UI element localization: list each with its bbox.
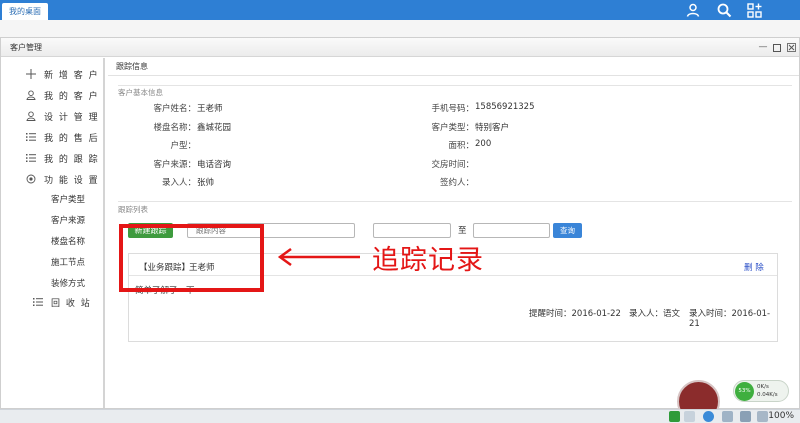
sidebar-item-after-sales[interactable]: 我 的 售 后 xyxy=(1,130,99,144)
field-label-area: 面积： xyxy=(448,141,474,151)
list-icon xyxy=(22,153,40,163)
field-label-layout: 户型： xyxy=(170,141,196,151)
sidebar-item-settings[interactable]: 功 能 设 置 xyxy=(1,172,99,186)
volume-icon[interactable] xyxy=(740,411,751,422)
network-monitor[interactable]: 53% 0K/s 0.04K/s xyxy=(733,380,789,402)
top-bar: 我的桌面 xyxy=(0,0,800,20)
sidebar-item-label: 设 计 管 理 xyxy=(44,112,100,123)
maximize-icon[interactable] xyxy=(771,38,783,57)
window-title-bar: 客户管理 — xyxy=(1,38,799,57)
sidebar-item-design-management[interactable]: 设 计 管 理 xyxy=(1,109,99,123)
field-label-handover-time: 交房时间： xyxy=(431,160,474,170)
basic-info-title: 客户基本信息 xyxy=(118,88,163,97)
tray-icon[interactable] xyxy=(684,411,695,422)
customer-management-window: 客户管理 — 新 增 客 户 我 的 客 户 设 计 管 理 我 的 售 后 我… xyxy=(0,37,800,409)
field-value-name: 王老师 xyxy=(197,104,223,114)
field-label-property: 楼盘名称： xyxy=(153,123,196,133)
field-label-customer-type: 客户类型： xyxy=(431,123,474,133)
net-down-speed: 0.04K/s xyxy=(757,392,778,398)
annotation-label: 追踪记录 xyxy=(372,245,484,276)
user-icon xyxy=(22,90,40,100)
user-icon xyxy=(22,111,40,121)
search-icon[interactable] xyxy=(714,0,734,20)
minimize-icon[interactable]: — xyxy=(757,38,769,57)
sidebar-item-recycle-bin[interactable]: 回 收 站 xyxy=(1,295,91,309)
divider xyxy=(118,201,792,202)
sidebar-item-my-tracking[interactable]: 我 的 跟 踪 xyxy=(1,151,99,165)
sidebar-item-label: 功 能 设 置 xyxy=(44,175,100,186)
sidebar-item-label: 回 收 站 xyxy=(51,298,92,309)
field-value-entered-by: 张帅 xyxy=(197,178,215,188)
record-entry-time: 录入时间：2016-01-21 xyxy=(689,309,771,329)
field-value-source: 电话咨询 xyxy=(197,160,232,170)
sidebar-item-label: 新 增 客 户 xyxy=(44,70,100,81)
tab-my-desktop[interactable]: 我的桌面 xyxy=(2,3,48,20)
sidebar-subitem-construction-node[interactable]: 施工节点 xyxy=(51,256,85,268)
list-icon xyxy=(29,297,47,307)
gear-icon xyxy=(22,174,40,184)
start-date-input[interactable] xyxy=(373,223,451,238)
delete-link[interactable]: 删 除 xyxy=(744,261,764,273)
ie-icon[interactable] xyxy=(703,411,714,422)
section-header: 跟踪信息 xyxy=(108,58,799,76)
sidebar-item-my-customers[interactable]: 我 的 客 户 xyxy=(1,88,99,102)
sidebar-subitem-customer-source[interactable]: 客户来源 xyxy=(51,214,85,226)
net-up-speed: 0K/s xyxy=(757,384,769,390)
field-label-phone: 手机号码： xyxy=(431,104,474,114)
field-value-customer-type: 特别客户 xyxy=(475,123,510,133)
record-entry-person: 录入人：语文 xyxy=(629,309,681,319)
field-value-property: 鑫城花园 xyxy=(197,123,232,133)
zoom-icon[interactable] xyxy=(757,411,768,422)
query-button[interactable]: 查询 xyxy=(553,223,582,238)
sidebar: 新 增 客 户 我 的 客 户 设 计 管 理 我 的 售 后 我 的 跟 踪 xyxy=(1,58,105,408)
field-label-name: 客户姓名： xyxy=(153,104,196,114)
plus-icon xyxy=(22,69,40,79)
net-percent: 53% xyxy=(735,382,754,401)
sidebar-subitem-customer-type[interactable]: 客户类型 xyxy=(51,193,85,205)
divider xyxy=(118,85,792,86)
field-label-source: 客户来源： xyxy=(153,160,196,170)
sidebar-subitem-decoration-style[interactable]: 装修方式 xyxy=(51,277,85,289)
close-icon[interactable] xyxy=(785,38,797,57)
field-value-area: 200 xyxy=(475,139,492,149)
annotation-highlight-box xyxy=(119,224,264,292)
field-label-entered-by: 录入人： xyxy=(161,178,196,188)
user-icon[interactable] xyxy=(683,0,703,20)
taskbar: 100% xyxy=(0,409,800,423)
zoom-level[interactable]: 100% xyxy=(768,411,794,421)
download-icon[interactable] xyxy=(669,411,680,422)
window-title: 客户管理 xyxy=(10,43,42,52)
record-remind-time: 提醒时间：2016-01-22 xyxy=(529,309,621,319)
tracking-list-title: 跟踪列表 xyxy=(118,205,148,214)
field-label-signer: 签约人： xyxy=(439,178,474,188)
field-value-phone: 15856921325 xyxy=(475,102,535,112)
sidebar-item-label: 我 的 客 户 xyxy=(44,91,100,102)
network-icon[interactable] xyxy=(722,411,733,422)
sidebar-item-add-customer[interactable]: 新 增 客 户 xyxy=(1,67,99,81)
apps-icon[interactable] xyxy=(744,0,764,20)
sidebar-item-label: 我 的 售 后 xyxy=(44,133,100,144)
date-separator: 至 xyxy=(458,226,467,236)
sidebar-subitem-property-name[interactable]: 楼盘名称 xyxy=(51,235,85,247)
end-date-input[interactable] xyxy=(473,223,550,238)
list-icon xyxy=(22,132,40,142)
sidebar-item-label: 我 的 跟 踪 xyxy=(44,154,100,165)
annotation-arrow-icon xyxy=(277,248,360,266)
